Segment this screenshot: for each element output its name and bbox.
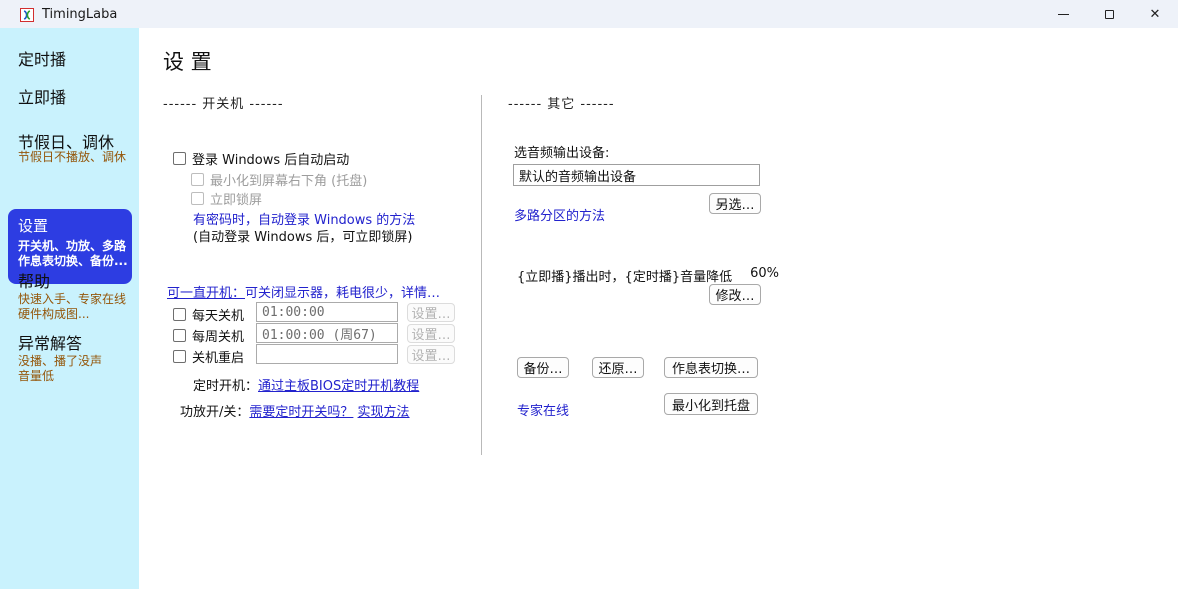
power-section-header: ------ 开关机 ------ <box>163 93 284 112</box>
daily-shutdown-label: 每天关机 <box>192 305 244 324</box>
timed-boot-line: 定时开机：通过主板BIOS定时开机教程 <box>193 375 419 394</box>
autostart-label: 登录 Windows 后自动启动 <box>192 149 349 168</box>
daily-shutdown-checkbox[interactable] <box>173 308 186 321</box>
sidebar-item-settings-subtitle-2: 作息表切换、备份... <box>18 254 132 269</box>
daily-shutdown-set-button[interactable]: 设置… <box>407 303 455 322</box>
backup-button[interactable]: 备份… <box>517 357 569 378</box>
sidebar-item-help-subtitle-2: 硬件构成图... <box>18 307 89 322</box>
close-icon: ✕ <box>1150 8 1161 21</box>
lock-checkbox-row: 立即锁屏 <box>191 189 262 208</box>
weekly-shutdown-time-input[interactable] <box>256 323 398 343</box>
restart-checkbox[interactable] <box>173 350 186 363</box>
weekly-shutdown-checkbox[interactable] <box>173 329 186 342</box>
bios-tutorial-link[interactable]: 通过主板BIOS定时开机教程 <box>258 379 419 394</box>
always-on-line: 可一直开机：可关闭显示器，耗电很少，详情… <box>167 282 440 301</box>
amplifier-method-link[interactable]: 实现方法 <box>358 405 410 420</box>
always-on-detail-link[interactable]: 可关闭显示器，耗电很少，详情… <box>245 286 440 301</box>
modify-volume-button[interactable]: 修改… <box>709 284 761 305</box>
audio-device-label: 选音频输出设备: <box>514 142 609 161</box>
choose-device-button[interactable]: 另选… <box>709 193 761 214</box>
minimize-icon <box>1058 14 1069 15</box>
restart-time-input[interactable] <box>256 344 398 364</box>
daily-shutdown-time-input[interactable] <box>256 302 398 322</box>
sidebar-item-help[interactable]: 帮助 <box>18 268 50 292</box>
window-controls: ✕ <box>1040 0 1178 28</box>
restart-set-button[interactable]: 设置… <box>407 345 455 364</box>
sidebar-item-settings-label: 设置 <box>18 215 132 236</box>
tray-checkbox[interactable] <box>191 173 204 186</box>
restart-row: 关机重启 <box>173 347 244 366</box>
lock-checkbox[interactable] <box>191 192 204 205</box>
sidebar-item-settings-subtitle-1: 开关机、功放、多路 <box>18 239 132 254</box>
settings-page: 设 置 ------ 开关机 ------ 登录 Windows 后自动启动 最… <box>139 28 1178 589</box>
weekly-shutdown-label: 每周关机 <box>192 326 244 345</box>
volume-reduction-value: 60% <box>750 266 779 285</box>
multiroute-link[interactable]: 多路分区的方法 <box>514 205 605 224</box>
schedule-switch-button[interactable]: 作息表切换… <box>664 357 758 378</box>
sidebar-item-instant-play[interactable]: 立即播 <box>18 84 66 108</box>
amplifier-label: 功放开/关： <box>180 405 249 420</box>
sidebar-item-troubleshoot-subtitle-2: 音量低 <box>18 369 54 384</box>
autostart-checkbox-row: 登录 Windows 后自动启动 <box>173 149 349 168</box>
audio-device-input[interactable] <box>513 164 760 186</box>
autologin-note: (自动登录 Windows 后，可立即锁屏) <box>193 226 412 245</box>
weekly-shutdown-row: 每周关机 <box>173 326 244 345</box>
volume-reduction-line: {立即播}播出时，{定时播}音量降低 60% <box>517 266 779 285</box>
column-divider <box>481 95 482 455</box>
amplifier-question-link[interactable]: 需要定时开关吗？ <box>249 405 353 420</box>
lock-label: 立即锁屏 <box>210 189 262 208</box>
sidebar-item-holidays-subtitle: 节假日不播放、调休 <box>18 150 126 165</box>
daily-shutdown-row: 每天关机 <box>173 305 244 324</box>
sidebar: 定时播 立即播 节假日、调休 节假日不播放、调休 设置 开关机、功放、多路 作息… <box>0 28 139 589</box>
volume-reduction-text: {立即播}播出时，{定时播}音量降低 <box>517 266 732 285</box>
minimize-to-tray-button[interactable]: 最小化到托盘 <box>664 393 758 415</box>
maximize-icon <box>1105 10 1114 19</box>
page-title: 设 置 <box>163 46 212 76</box>
close-button[interactable]: ✕ <box>1132 0 1178 28</box>
app-window: TimingLaba ✕ 定时播 立即播 节假日、调休 节假日不播放、调休 设置… <box>0 0 1178 589</box>
sidebar-item-help-subtitle-1: 快速入手、专家在线 <box>18 292 126 307</box>
other-section-header: ------ 其它 ------ <box>508 93 615 112</box>
app-logo-icon <box>20 7 34 21</box>
sidebar-item-timed-play[interactable]: 定时播 <box>18 46 66 70</box>
maximize-button[interactable] <box>1086 0 1132 28</box>
weekly-shutdown-set-button[interactable]: 设置… <box>407 324 455 343</box>
amplifier-line: 功放开/关：需要定时开关吗？ 实现方法 <box>180 401 410 420</box>
restore-button[interactable]: 还原… <box>592 357 644 378</box>
titlebar: TimingLaba ✕ <box>0 0 1178 28</box>
always-on-link[interactable]: 可一直开机： <box>167 286 245 301</box>
expert-online-link[interactable]: 专家在线 <box>517 400 569 419</box>
minimize-button[interactable] <box>1040 0 1086 28</box>
timed-boot-label: 定时开机： <box>193 379 258 394</box>
tray-label: 最小化到屏幕右下角 (托盘) <box>210 170 367 189</box>
restart-label: 关机重启 <box>192 347 244 366</box>
tray-checkbox-row: 最小化到屏幕右下角 (托盘) <box>191 170 367 189</box>
window-title: TimingLaba <box>42 7 117 22</box>
autostart-checkbox[interactable] <box>173 152 186 165</box>
sidebar-item-troubleshoot[interactable]: 异常解答 <box>18 330 82 354</box>
sidebar-item-troubleshoot-subtitle-1: 没播、播了没声 <box>18 354 102 369</box>
